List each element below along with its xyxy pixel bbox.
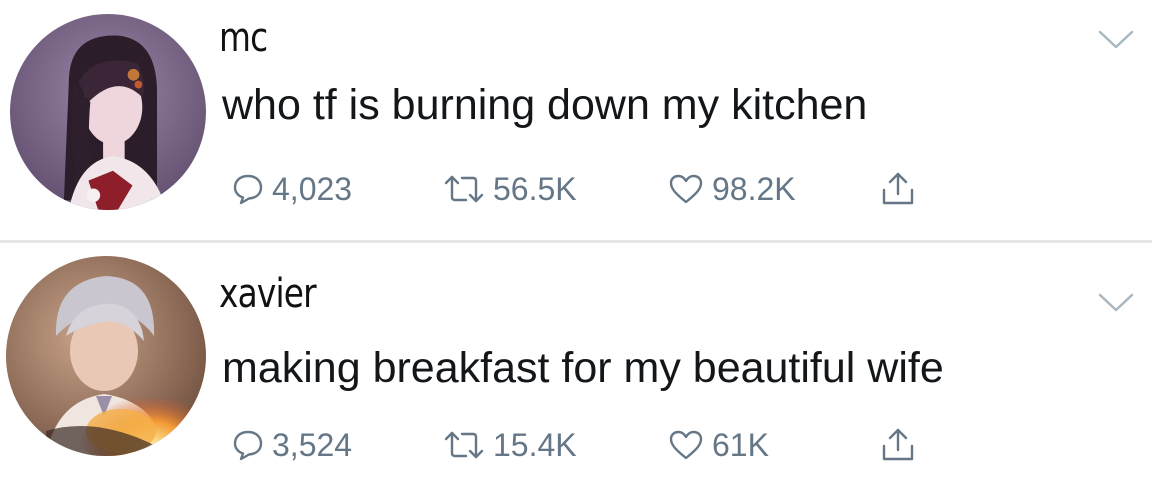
heart-outline-icon xyxy=(668,173,704,205)
like-count: 61K xyxy=(712,427,769,463)
tweet-text: who tf is burning down my kitchen xyxy=(222,81,868,129)
reply-button[interactable]: 4,023 xyxy=(232,166,352,212)
action-bar: 4,023 56.5K 98.2K xyxy=(0,166,1152,212)
divider xyxy=(0,240,1152,243)
share-upload-icon xyxy=(880,428,916,462)
speech-bubble-icon xyxy=(232,429,264,461)
chevron-down-icon[interactable] xyxy=(1096,291,1136,315)
retweet-button[interactable]: 56.5K xyxy=(443,166,577,212)
share-button[interactable] xyxy=(880,422,916,468)
action-bar: 3,524 15.4K 61K xyxy=(0,422,1152,468)
retweet-count: 15.4K xyxy=(493,427,577,463)
retweet-arrows-icon xyxy=(443,429,485,461)
retweet-arrows-icon xyxy=(443,173,485,205)
share-upload-icon xyxy=(880,172,916,206)
tweet-card: xavier making breakfast for my beautiful… xyxy=(0,244,1152,492)
speech-bubble-icon xyxy=(232,173,264,205)
username[interactable]: xavier xyxy=(219,274,317,314)
like-button[interactable]: 98.2K xyxy=(668,166,796,212)
heart-outline-icon xyxy=(668,429,704,461)
reply-button[interactable]: 3,524 xyxy=(232,422,352,468)
tweet-card: mc who tf is burning down my kitchen 4,0… xyxy=(0,0,1152,240)
chevron-down-icon[interactable] xyxy=(1096,28,1136,52)
reply-count: 3,524 xyxy=(272,427,353,463)
retweet-button[interactable]: 15.4K xyxy=(443,422,577,468)
reply-count: 4,023 xyxy=(272,171,353,207)
like-count: 98.2K xyxy=(712,171,796,207)
username[interactable]: mc xyxy=(219,18,268,58)
retweet-count: 56.5K xyxy=(493,171,577,207)
share-button[interactable] xyxy=(880,166,916,212)
like-button[interactable]: 61K xyxy=(668,422,769,468)
tweet-text: making breakfast for my beautiful wife xyxy=(222,344,944,392)
